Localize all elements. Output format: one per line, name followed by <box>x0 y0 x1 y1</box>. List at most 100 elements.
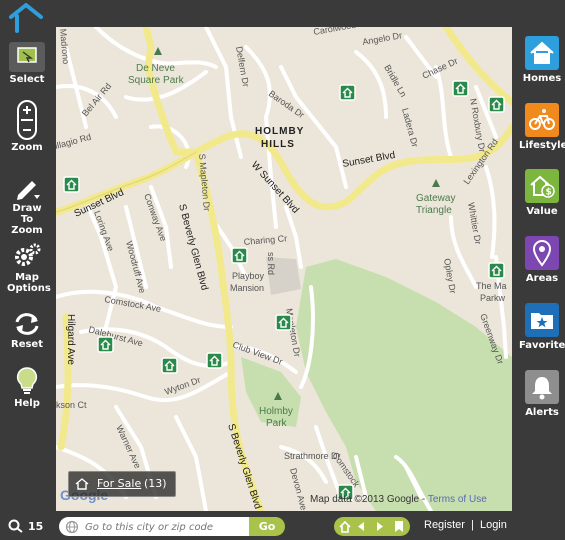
map-label-de-neve-2: Square Park <box>128 75 185 86</box>
register-link[interactable]: Register <box>424 519 465 531</box>
lifestyle-tool[interactable]: Lifestyle <box>519 103 565 151</box>
areas-label: Areas <box>525 273 559 284</box>
map-canvas: Sunset Blvd W Sunset Blvd Sunset Blvd S … <box>56 27 512 511</box>
map-attribution: Map data ©2013 Google - Terms of Use <box>310 494 487 505</box>
value-tool[interactable]: $ Value <box>519 169 565 217</box>
home-nav-icon[interactable] <box>339 520 351 533</box>
map-label-ackson-ct: kson Ct <box>56 400 87 410</box>
draw-to-zoom-label: Draw To Zoom <box>11 203 43 236</box>
map-label-playboy-2: Mansion <box>230 283 264 293</box>
map-label-angelo-dr: Angelo Dr <box>362 30 403 47</box>
svg-text:$: $ <box>546 188 552 198</box>
map-label-playboy-1: Playboy <box>232 271 265 281</box>
house-marker[interactable] <box>339 84 356 101</box>
for-sale-filter[interactable]: For Sale (13) <box>68 471 176 497</box>
select-tool[interactable]: Select <box>0 42 54 85</box>
map-view[interactable]: Sunset Blvd W Sunset Blvd Sunset Blvd S … <box>56 27 512 511</box>
homes-label: Homes <box>522 73 562 84</box>
favorites-label: Favorites <box>519 340 565 351</box>
location-search[interactable] <box>59 517 249 536</box>
map-options-label: Map Options <box>7 272 51 294</box>
terms-of-use-link[interactable]: Terms of Use <box>428 494 487 505</box>
lifestyle-label: Lifestyle <box>519 140 565 151</box>
house-marker[interactable] <box>63 176 80 193</box>
help-tool[interactable]: Help <box>0 366 54 409</box>
gears-icon <box>15 243 41 266</box>
login-link[interactable]: Login <box>480 519 507 531</box>
map-label-gillagio: illagio Rd <box>56 132 92 151</box>
map-label-madrono: Madrono <box>58 28 71 64</box>
for-sale-label[interactable]: For Sale <box>97 472 141 496</box>
globe-icon <box>65 520 79 533</box>
map-label-whittier-dr: Whittier Dr <box>466 202 483 246</box>
map-label-club-view-dr: Club View Dr <box>231 339 284 366</box>
zoom-tool[interactable]: Zoom <box>0 100 54 153</box>
reset-label: Reset <box>11 339 43 350</box>
help-label: Help <box>14 398 40 409</box>
house-icon <box>525 36 559 70</box>
prev-arrow-icon[interactable] <box>358 522 364 531</box>
map-label-opley-dr: Opley Dr <box>442 258 458 295</box>
house-dollar-icon: $ <box>525 169 559 203</box>
search-icon <box>8 519 23 533</box>
house-marker[interactable] <box>488 96 505 113</box>
house-icon <box>75 478 89 490</box>
house-marker[interactable] <box>488 262 505 279</box>
alerts-tool[interactable]: Alerts <box>519 370 565 418</box>
value-label: Value <box>526 206 558 217</box>
map-label-holmby-park-2: Park <box>266 418 288 429</box>
select-tool-label: Select <box>9 74 45 85</box>
areas-tool[interactable]: Areas <box>519 236 565 284</box>
house-logo-icon[interactable] <box>8 3 44 33</box>
select-icon <box>9 42 45 72</box>
lightbulb-icon <box>16 367 38 394</box>
pencil-icon <box>17 181 40 200</box>
map-label-s-mapleton-dr: S Mapleton Dr <box>197 153 212 211</box>
link-separator: | <box>471 519 474 531</box>
search-input[interactable] <box>83 519 247 535</box>
house-marker[interactable] <box>231 247 248 264</box>
draw-to-zoom-tool[interactable]: Draw To Zoom <box>0 175 54 236</box>
map-label-holmby-park-1: Holmby <box>259 406 293 417</box>
map-label-s-beverly-glen-blvd: S Beverly Glen Blvd <box>176 203 210 292</box>
map-label-holmby-hills-2: HILLS <box>261 139 295 150</box>
zoom-tool-label: Zoom <box>11 142 43 153</box>
map-label-ladera-dr: Ladera Dr <box>400 107 420 148</box>
map-label-carolwood: Carolwood Dr <box>313 27 369 37</box>
house-marker[interactable] <box>97 336 114 353</box>
favorites-tool[interactable]: Favorites <box>519 303 565 351</box>
map-label-bridle-ln: Bridle Ln <box>382 63 408 99</box>
house-marker[interactable] <box>452 80 469 97</box>
map-label-gateway-2: Triangle <box>416 205 452 216</box>
for-sale-count: (13) <box>144 477 167 490</box>
app-window: Select Zoom Draw To Zoom Map Options Res… <box>0 0 565 536</box>
house-marker[interactable] <box>275 314 292 331</box>
homes-tool[interactable]: Homes <box>519 36 565 84</box>
bicycle-icon <box>525 103 559 137</box>
map-attribution-brand: Google <box>386 494 420 505</box>
map-label-the-mansion-1: The Ma <box>476 281 507 291</box>
house-marker[interactable] <box>206 352 223 369</box>
bookmark-icon[interactable] <box>395 521 403 532</box>
map-options-tool[interactable]: Map Options <box>0 242 54 294</box>
map-label-holmby-hills-1: HOLMBY <box>255 126 304 137</box>
zoom-slider-icon <box>17 100 37 140</box>
map-label-gateway-1: Gateway <box>416 193 455 204</box>
map-label-ss-rd: ss Rd <box>266 252 276 275</box>
map-label-devon-ave: Devon Ave <box>288 467 309 511</box>
house-marker[interactable] <box>161 357 178 374</box>
map-label-hilgard-ave: Hilgard Ave <box>65 314 76 365</box>
alerts-label: Alerts <box>525 407 559 418</box>
map-label-the-mansion-2: Parkw <box>480 293 506 303</box>
map-label-de-neve-1: De Neve <box>136 63 175 74</box>
reset-arrows-icon <box>15 313 39 335</box>
map-pin-icon <box>525 236 559 270</box>
star-folder-icon <box>525 303 559 337</box>
next-arrow-icon[interactable] <box>377 522 383 531</box>
map-label-woodruff-ave: Woodruff Ave <box>124 240 148 294</box>
map-attribution-text: Map data ©2013 <box>310 494 385 505</box>
map-label-charing-cross: Charing Cr <box>243 233 287 247</box>
reset-tool[interactable]: Reset <box>0 311 54 350</box>
go-button[interactable]: Go <box>249 517 285 536</box>
bell-icon <box>525 370 559 404</box>
